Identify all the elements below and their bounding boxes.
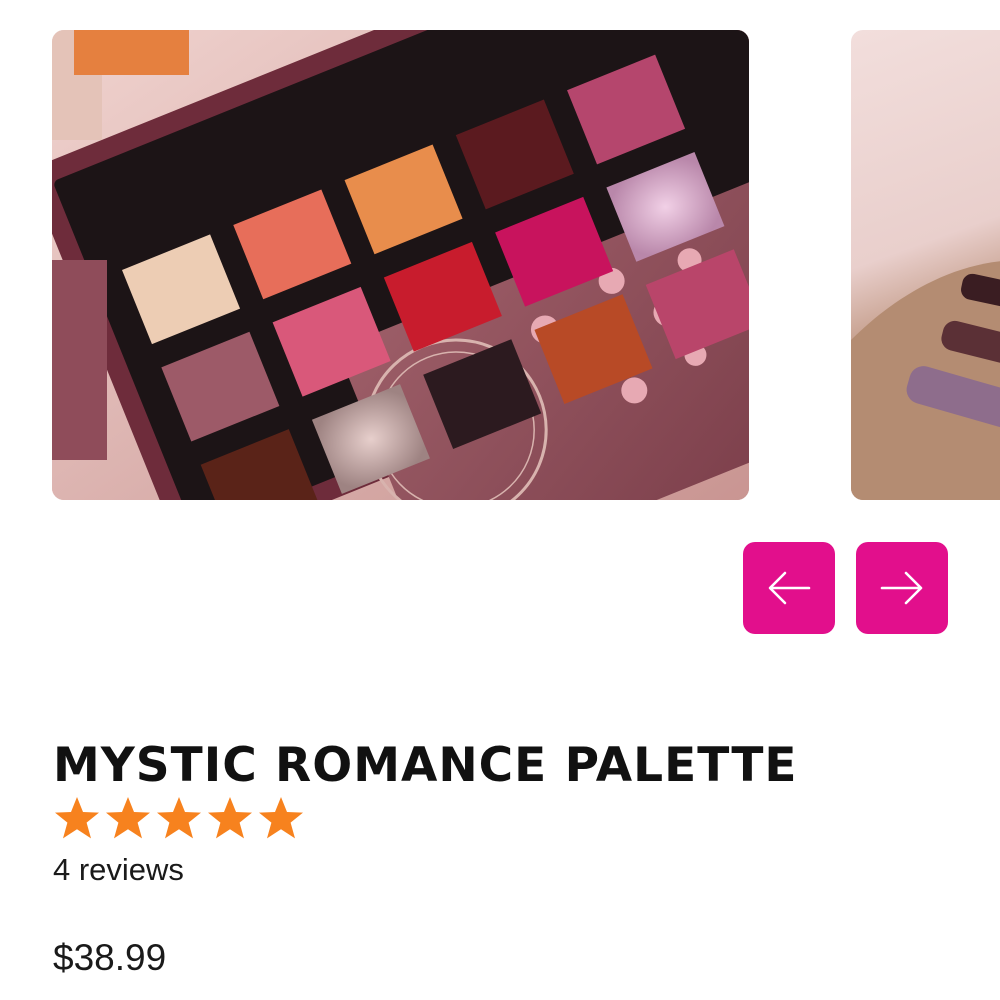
product-title: MYSTIC ROMANCE PALETTE [53, 738, 798, 793]
review-count-link[interactable]: 4 reviews [53, 852, 184, 888]
arrow-left-icon [768, 571, 811, 605]
star-icon [53, 796, 101, 840]
star-icon [155, 796, 203, 840]
product-image-swatches[interactable] [851, 30, 1000, 500]
carousel-next-button[interactable] [856, 542, 948, 634]
carousel-prev-button[interactable] [743, 542, 835, 634]
product-price: $38.99 [53, 937, 167, 978]
star-icon [257, 796, 305, 840]
star-icon [104, 796, 152, 840]
product-image-main[interactable] [52, 30, 749, 500]
star-rating [53, 796, 305, 840]
arrow-right-icon [880, 571, 923, 605]
product-page: MYSTIC ROMANCE PALETTE 4 reviews $38.99 [0, 0, 1000, 1000]
star-icon [206, 796, 254, 840]
palette-photo [52, 30, 749, 500]
swatch-photo [851, 261, 1000, 500]
